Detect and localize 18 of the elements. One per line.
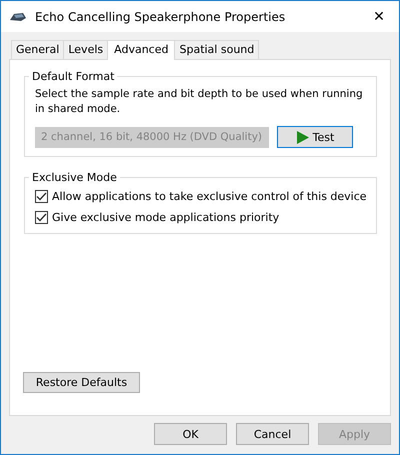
checkbox[interactable] <box>35 190 48 203</box>
tab[interactable]: General <box>11 40 64 59</box>
checkbox-label: Give exclusive mode applications priority <box>52 211 280 224</box>
checkbox-label: Allow applications to take exclusive control of this device <box>52 190 367 203</box>
restore-defaults-button[interactable]: Restore Defaults <box>23 372 140 393</box>
play-icon <box>296 130 309 144</box>
close-button[interactable]: ✕ <box>359 8 399 24</box>
tab[interactable]: Advanced <box>107 40 176 60</box>
group-title: Default Format <box>31 70 116 83</box>
test-button[interactable]: Test <box>277 126 353 148</box>
checkbox[interactable] <box>35 211 48 224</box>
window-title: Echo Cancelling Speakerphone Properties <box>35 10 286 24</box>
speakerphone-icon <box>9 10 27 22</box>
tab[interactable]: Spatial sound <box>174 40 260 59</box>
dialog-button[interactable]: Cancel <box>236 423 309 445</box>
dialog-button[interactable]: OK <box>154 423 227 445</box>
description-text: Select the sample rate and bit depth to be used when running in shared mode. <box>35 87 364 117</box>
group-title: Exclusive Mode <box>31 171 118 184</box>
